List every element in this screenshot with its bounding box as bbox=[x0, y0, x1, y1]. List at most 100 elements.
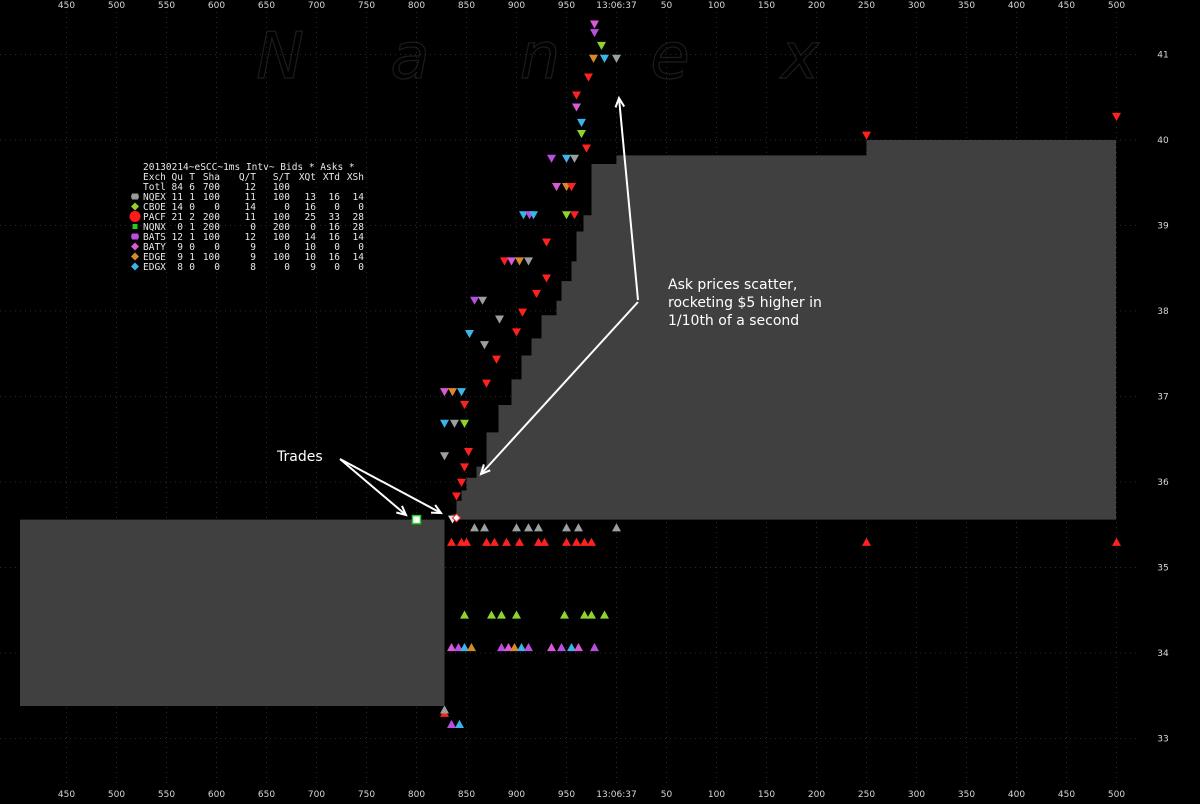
x-tick-label-top: 800 bbox=[408, 1, 425, 11]
x-tick-label-top: 450 bbox=[58, 1, 75, 11]
quote-chart: Nanex 4504505005005505506006006506507007… bbox=[0, 1, 1169, 800]
bid-quote-marker bbox=[534, 523, 543, 532]
legend-cell: 0 bbox=[358, 262, 364, 273]
legend-cell: 8 bbox=[250, 262, 256, 273]
spread-before bbox=[20, 519, 445, 707]
watermark: Na n e x bbox=[255, 19, 820, 94]
bid-quote-marker bbox=[612, 523, 621, 532]
legend-marker bbox=[131, 233, 139, 240]
ask-quote-marker bbox=[460, 401, 469, 410]
bid-quote-marker bbox=[524, 523, 533, 532]
bid-quote-marker bbox=[467, 642, 476, 652]
bid-quote-marker bbox=[497, 610, 506, 619]
ask-quote-marker bbox=[532, 289, 541, 298]
x-tick-label-bottom: 150 bbox=[758, 790, 775, 800]
watermark-letter: n bbox=[520, 20, 561, 94]
x-tick-label-bottom: 450 bbox=[1058, 790, 1075, 800]
ask-quote-marker bbox=[440, 452, 449, 461]
x-tick-label-bottom: 950 bbox=[558, 790, 575, 800]
x-tick-label-bottom: 850 bbox=[458, 790, 475, 800]
bid-quote-marker bbox=[862, 537, 871, 546]
bid-quote-marker bbox=[460, 610, 469, 619]
ask-quote-marker bbox=[612, 54, 621, 63]
ask-quote-marker bbox=[542, 238, 551, 247]
ask-quote-marker bbox=[572, 103, 581, 112]
legend-marker bbox=[132, 224, 138, 229]
legend-cell: 0 bbox=[334, 262, 340, 273]
x-tick-label-top: 150 bbox=[758, 1, 775, 11]
ask-quote-marker bbox=[600, 54, 609, 63]
watermark-letter: a bbox=[390, 20, 429, 94]
ask-quote-marker bbox=[572, 91, 581, 100]
legend-marker bbox=[131, 193, 139, 200]
x-tick-label-top: 13:06:37 bbox=[596, 1, 636, 11]
x-tick-label-top: 500 bbox=[1108, 1, 1125, 11]
ask-quote-marker bbox=[478, 296, 487, 305]
scatter-annotation-line: Ask prices scatter, bbox=[668, 277, 797, 293]
x-tick-label-bottom: 50 bbox=[661, 790, 673, 800]
bid-quote-marker bbox=[480, 523, 489, 532]
legend-cell: 8 bbox=[177, 262, 183, 273]
bid-quote-marker bbox=[547, 642, 556, 652]
x-tick-label-top: 100 bbox=[708, 1, 725, 11]
ask-quote-marker bbox=[495, 315, 504, 324]
legend-column-header: XTd bbox=[323, 172, 340, 183]
x-tick-label-bottom: 550 bbox=[158, 790, 175, 800]
bid-quote-marker bbox=[512, 610, 521, 619]
x-tick-label-bottom: 500 bbox=[1108, 790, 1125, 800]
y-tick-label: 37 bbox=[1157, 393, 1168, 403]
legend: 20130214~eSCC~1ms Intv~ Bids * Asks *Exc… bbox=[129, 162, 364, 273]
x-tick-label-bottom: 900 bbox=[508, 790, 525, 800]
ask-quote-marker bbox=[440, 388, 449, 397]
bid-quote-marker bbox=[502, 537, 511, 546]
watermark-letter: e bbox=[650, 20, 689, 94]
bid-quote-marker bbox=[517, 642, 526, 652]
trade-marker bbox=[411, 514, 422, 525]
x-tick-label-bottom: 750 bbox=[358, 790, 375, 800]
legend-marker bbox=[131, 252, 139, 261]
bid-quote-marker bbox=[562, 537, 571, 546]
bid-quote-marker bbox=[510, 642, 519, 652]
ask-quote-marker bbox=[500, 257, 509, 266]
ask-quote-marker bbox=[465, 330, 474, 339]
bid-quote-marker bbox=[580, 537, 589, 546]
ask-quote-marker bbox=[460, 419, 469, 428]
annotation-arrow bbox=[339, 458, 442, 514]
ask-quote-marker bbox=[562, 211, 571, 220]
ask-quote-marker bbox=[518, 308, 527, 317]
bid-quote-marker bbox=[580, 610, 589, 619]
x-tick-label-bottom: 650 bbox=[258, 790, 275, 800]
y-tick-label: 40 bbox=[1157, 136, 1169, 146]
ask-quote-marker bbox=[552, 182, 561, 192]
ask-quote-marker bbox=[470, 296, 479, 305]
ask-quote-marker bbox=[464, 448, 473, 457]
bid-quote-marker bbox=[524, 642, 533, 652]
watermark-letter: N bbox=[256, 20, 304, 94]
y-tick-label: 39 bbox=[1157, 222, 1169, 232]
chart-stage: Nanex 450 450 500 500 550 550 600 600 650 650 700 7… bbox=[0, 0, 1200, 800]
x-tick-label-top: 400 bbox=[1008, 1, 1025, 11]
scatter-annotation-line: rocketing $5 higher in bbox=[668, 295, 822, 311]
ask-quote-marker bbox=[590, 29, 599, 38]
ask-quote-marker bbox=[448, 388, 457, 397]
legend-cell: 0 bbox=[284, 262, 290, 273]
x-tick-label-top: 450 bbox=[1058, 1, 1075, 11]
x-tick-label-bottom: 300 bbox=[908, 790, 925, 800]
ask-quote-marker bbox=[440, 419, 449, 428]
ask-quote-marker bbox=[577, 129, 586, 139]
bid-quote-marker bbox=[447, 719, 456, 729]
ask-quote-marker bbox=[480, 341, 489, 350]
ask-quote-marker bbox=[1112, 112, 1121, 121]
ask-quote-marker bbox=[862, 131, 871, 140]
x-tick-label-top: 950 bbox=[558, 1, 575, 11]
trades-annotation: Trades bbox=[276, 449, 323, 465]
legend-column-header: XSh bbox=[347, 172, 364, 183]
ask-quote-marker bbox=[524, 257, 533, 266]
x-tick-label-bottom: 500 bbox=[108, 790, 125, 800]
ask-quote-marker bbox=[570, 211, 579, 220]
legend-exch-label: EDGX bbox=[143, 262, 166, 273]
x-tick-label-bottom: 800 bbox=[408, 790, 425, 800]
bid-quote-marker bbox=[557, 642, 566, 652]
x-tick-label-bottom: 200 bbox=[808, 790, 825, 800]
bid-quote-marker bbox=[460, 642, 469, 652]
